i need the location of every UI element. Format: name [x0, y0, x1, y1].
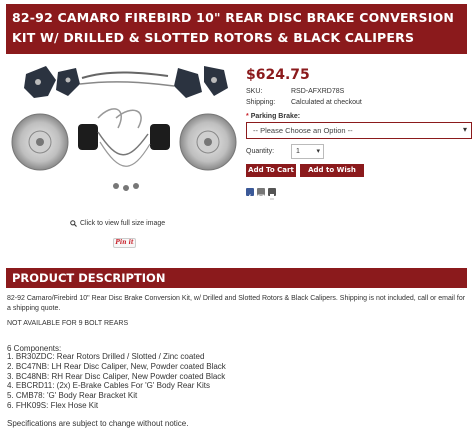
magnify-icon [70, 220, 77, 227]
list-item: 3. BC48NB: RH Rear Disc Caliper, New Pow… [7, 371, 226, 381]
chevron-down-icon: ▾ [316, 148, 320, 155]
svg-text:f: f [249, 195, 252, 201]
parking-brake-label: * Parking Brake: [246, 113, 300, 120]
chevron-down-icon: ▾ [462, 125, 467, 134]
list-item: 2. BC47NB: LH Rear Disc Caliper, New, Po… [7, 361, 226, 371]
quantity-label: Quantity: [246, 148, 275, 155]
shipping-row: Shipping: Calculated at checkout [246, 99, 362, 106]
required-marker: * [246, 113, 249, 120]
sku-row: SKU: RSD-AFXRD78S [246, 88, 344, 95]
print-icon[interactable] [268, 188, 276, 200]
shipping-value: Calculated at checkout [291, 99, 362, 106]
parking-brake-select[interactable]: -- Please Choose an Option -- ▾ [246, 122, 472, 139]
components-list: 1. BR30ZDC: Rear Rotors Drilled / Slotte… [7, 352, 226, 411]
list-item: 4. EBCRD11: (2x) E-Brake Cables For 'G' … [7, 381, 210, 391]
description-heading: PRODUCT DESCRIPTION [6, 268, 467, 288]
list-item: 6. FHK09S: Flex Hose Kit [7, 400, 99, 410]
zoom-link[interactable]: Click to view full size image [70, 220, 165, 227]
product-image[interactable] [8, 62, 240, 214]
parking-brake-selected: -- Please Choose an Option -- [253, 126, 353, 135]
pinterest-button[interactable]: Pin it [113, 238, 136, 248]
zoom-text: Click to view full size image [80, 220, 166, 227]
description-intro: 82-92 Camaro/Firebird 10" Rear Disc Brak… [7, 295, 466, 312]
shipping-label: Shipping: [246, 99, 276, 106]
list-item: 1. BR30ZDC: Rear Rotors Drilled / Slotte… [7, 352, 205, 361]
description-footer: Specifications are subject to change wit… [7, 419, 189, 428]
quantity-value: 1 [296, 148, 300, 155]
list-item: 5. CMB78: 'G' Body Rear Bracket Kit [7, 391, 138, 401]
facebook-icon[interactable]: f [246, 188, 254, 202]
add-to-wishlist-button[interactable]: Add to Wish List [300, 164, 364, 187]
sku-label: SKU: [246, 88, 263, 95]
email-icon[interactable] [257, 188, 265, 200]
sku-value: RSD-AFXRD78S [291, 88, 345, 95]
parking-brake-label-text: Parking Brake: [250, 113, 301, 120]
add-to-cart-button[interactable]: Add To Cart [246, 164, 296, 177]
quantity-select[interactable]: 1 ▾ [291, 144, 324, 159]
product-title: 82-92 CAMARO FIREBIRD 10" REAR DISC BRAK… [6, 4, 467, 54]
description-note: NOT AVAILABLE FOR 9 BOLT REARS [7, 320, 129, 327]
product-price: $624.75 [246, 67, 310, 83]
